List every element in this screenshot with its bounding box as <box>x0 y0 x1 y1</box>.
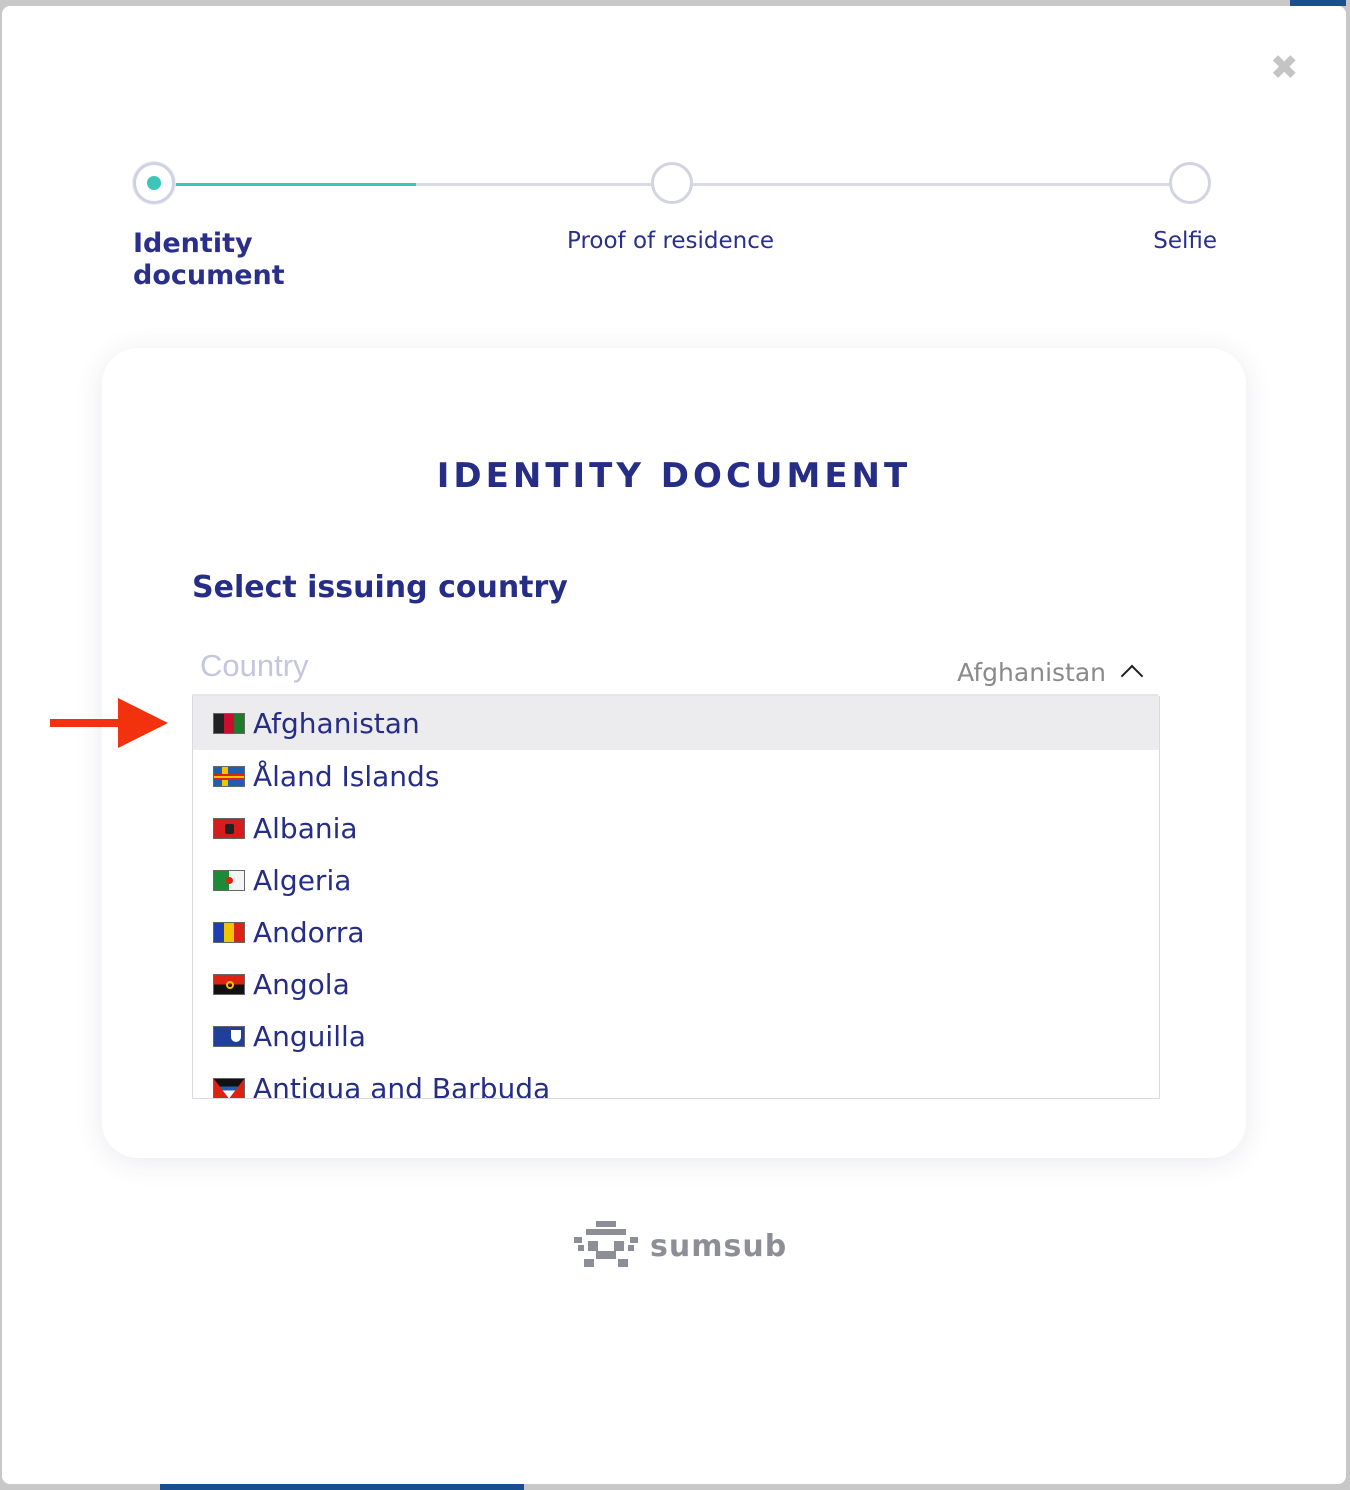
close-icon[interactable]: ✖ <box>1270 51 1299 85</box>
stepper-progress-fill <box>156 183 416 186</box>
country-option-afghanistan[interactable]: Afghanistan <box>193 696 1159 750</box>
arrow-head <box>118 698 168 748</box>
step-label-identity-document: Identity document <box>133 228 285 291</box>
country-select-placeholder: Country <box>200 648 309 683</box>
country-option-label: Algeria <box>253 863 352 897</box>
flag-anguilla-icon <box>213 1025 245 1047</box>
verification-modal: ✖ Identity document Proof of residence S… <box>2 6 1346 1484</box>
country-dropdown-list[interactable]: Afghanistan Åland Islands Albania Algeri… <box>192 696 1160 1099</box>
country-option-label: Albania <box>253 811 358 845</box>
step-2-dot <box>651 162 693 204</box>
country-option-andorra[interactable]: Andorra <box>193 906 1159 958</box>
country-select-value: Afghanistan <box>957 658 1106 687</box>
country-option-aland-islands[interactable]: Åland Islands <box>193 750 1159 802</box>
arrow-shaft <box>50 719 126 727</box>
step-3-dot <box>1169 162 1211 204</box>
country-option-label: Åland Islands <box>253 759 440 793</box>
country-option-antigua-and-barbuda[interactable]: Antigua and Barbuda <box>193 1062 1159 1099</box>
step-label-proof-of-residence: Proof of residence <box>567 228 775 254</box>
country-option-angola[interactable]: Angola <box>193 958 1159 1010</box>
section-title: Select issuing country <box>192 570 568 605</box>
step-1-dot <box>133 162 175 204</box>
flag-afghanistan-icon <box>213 712 245 734</box>
flag-angola-icon <box>213 973 245 995</box>
country-option-anguilla[interactable]: Anguilla <box>193 1010 1159 1062</box>
flag-aland-islands-icon <box>213 765 245 787</box>
sumsub-logo-icon <box>574 1221 638 1271</box>
flag-algeria-icon <box>213 869 245 891</box>
chevron-up-icon[interactable] <box>1120 664 1144 688</box>
card-title: IDENTITY DOCUMENT <box>436 456 912 496</box>
document-card: IDENTITY DOCUMENT Select issuing country… <box>102 348 1246 1158</box>
step-label-selfie: Selfie <box>1153 228 1217 254</box>
country-option-label: Andorra <box>253 915 365 949</box>
country-option-label: Anguilla <box>253 1019 366 1053</box>
arrow-right-icon <box>50 698 170 748</box>
flag-antigua-and-barbuda-icon <box>213 1077 245 1098</box>
country-option-label: Angola <box>253 967 350 1001</box>
country-option-label: Antigua and Barbuda <box>253 1071 551 1099</box>
country-option-label: Afghanistan <box>253 706 420 740</box>
country-option-algeria[interactable]: Algeria <box>193 854 1159 906</box>
flag-andorra-icon <box>213 921 245 943</box>
country-option-albania[interactable]: Albania <box>193 802 1159 854</box>
country-select[interactable]: Country Afghanistan <box>192 648 1158 696</box>
backdrop-strip <box>160 1484 524 1490</box>
brand-footer: sumsub <box>574 1220 787 1272</box>
flag-albania-icon <box>213 817 245 839</box>
brand-name: sumsub <box>650 1228 788 1264</box>
progress-stepper: Identity document Proof of residence Sel… <box>130 156 1220 306</box>
